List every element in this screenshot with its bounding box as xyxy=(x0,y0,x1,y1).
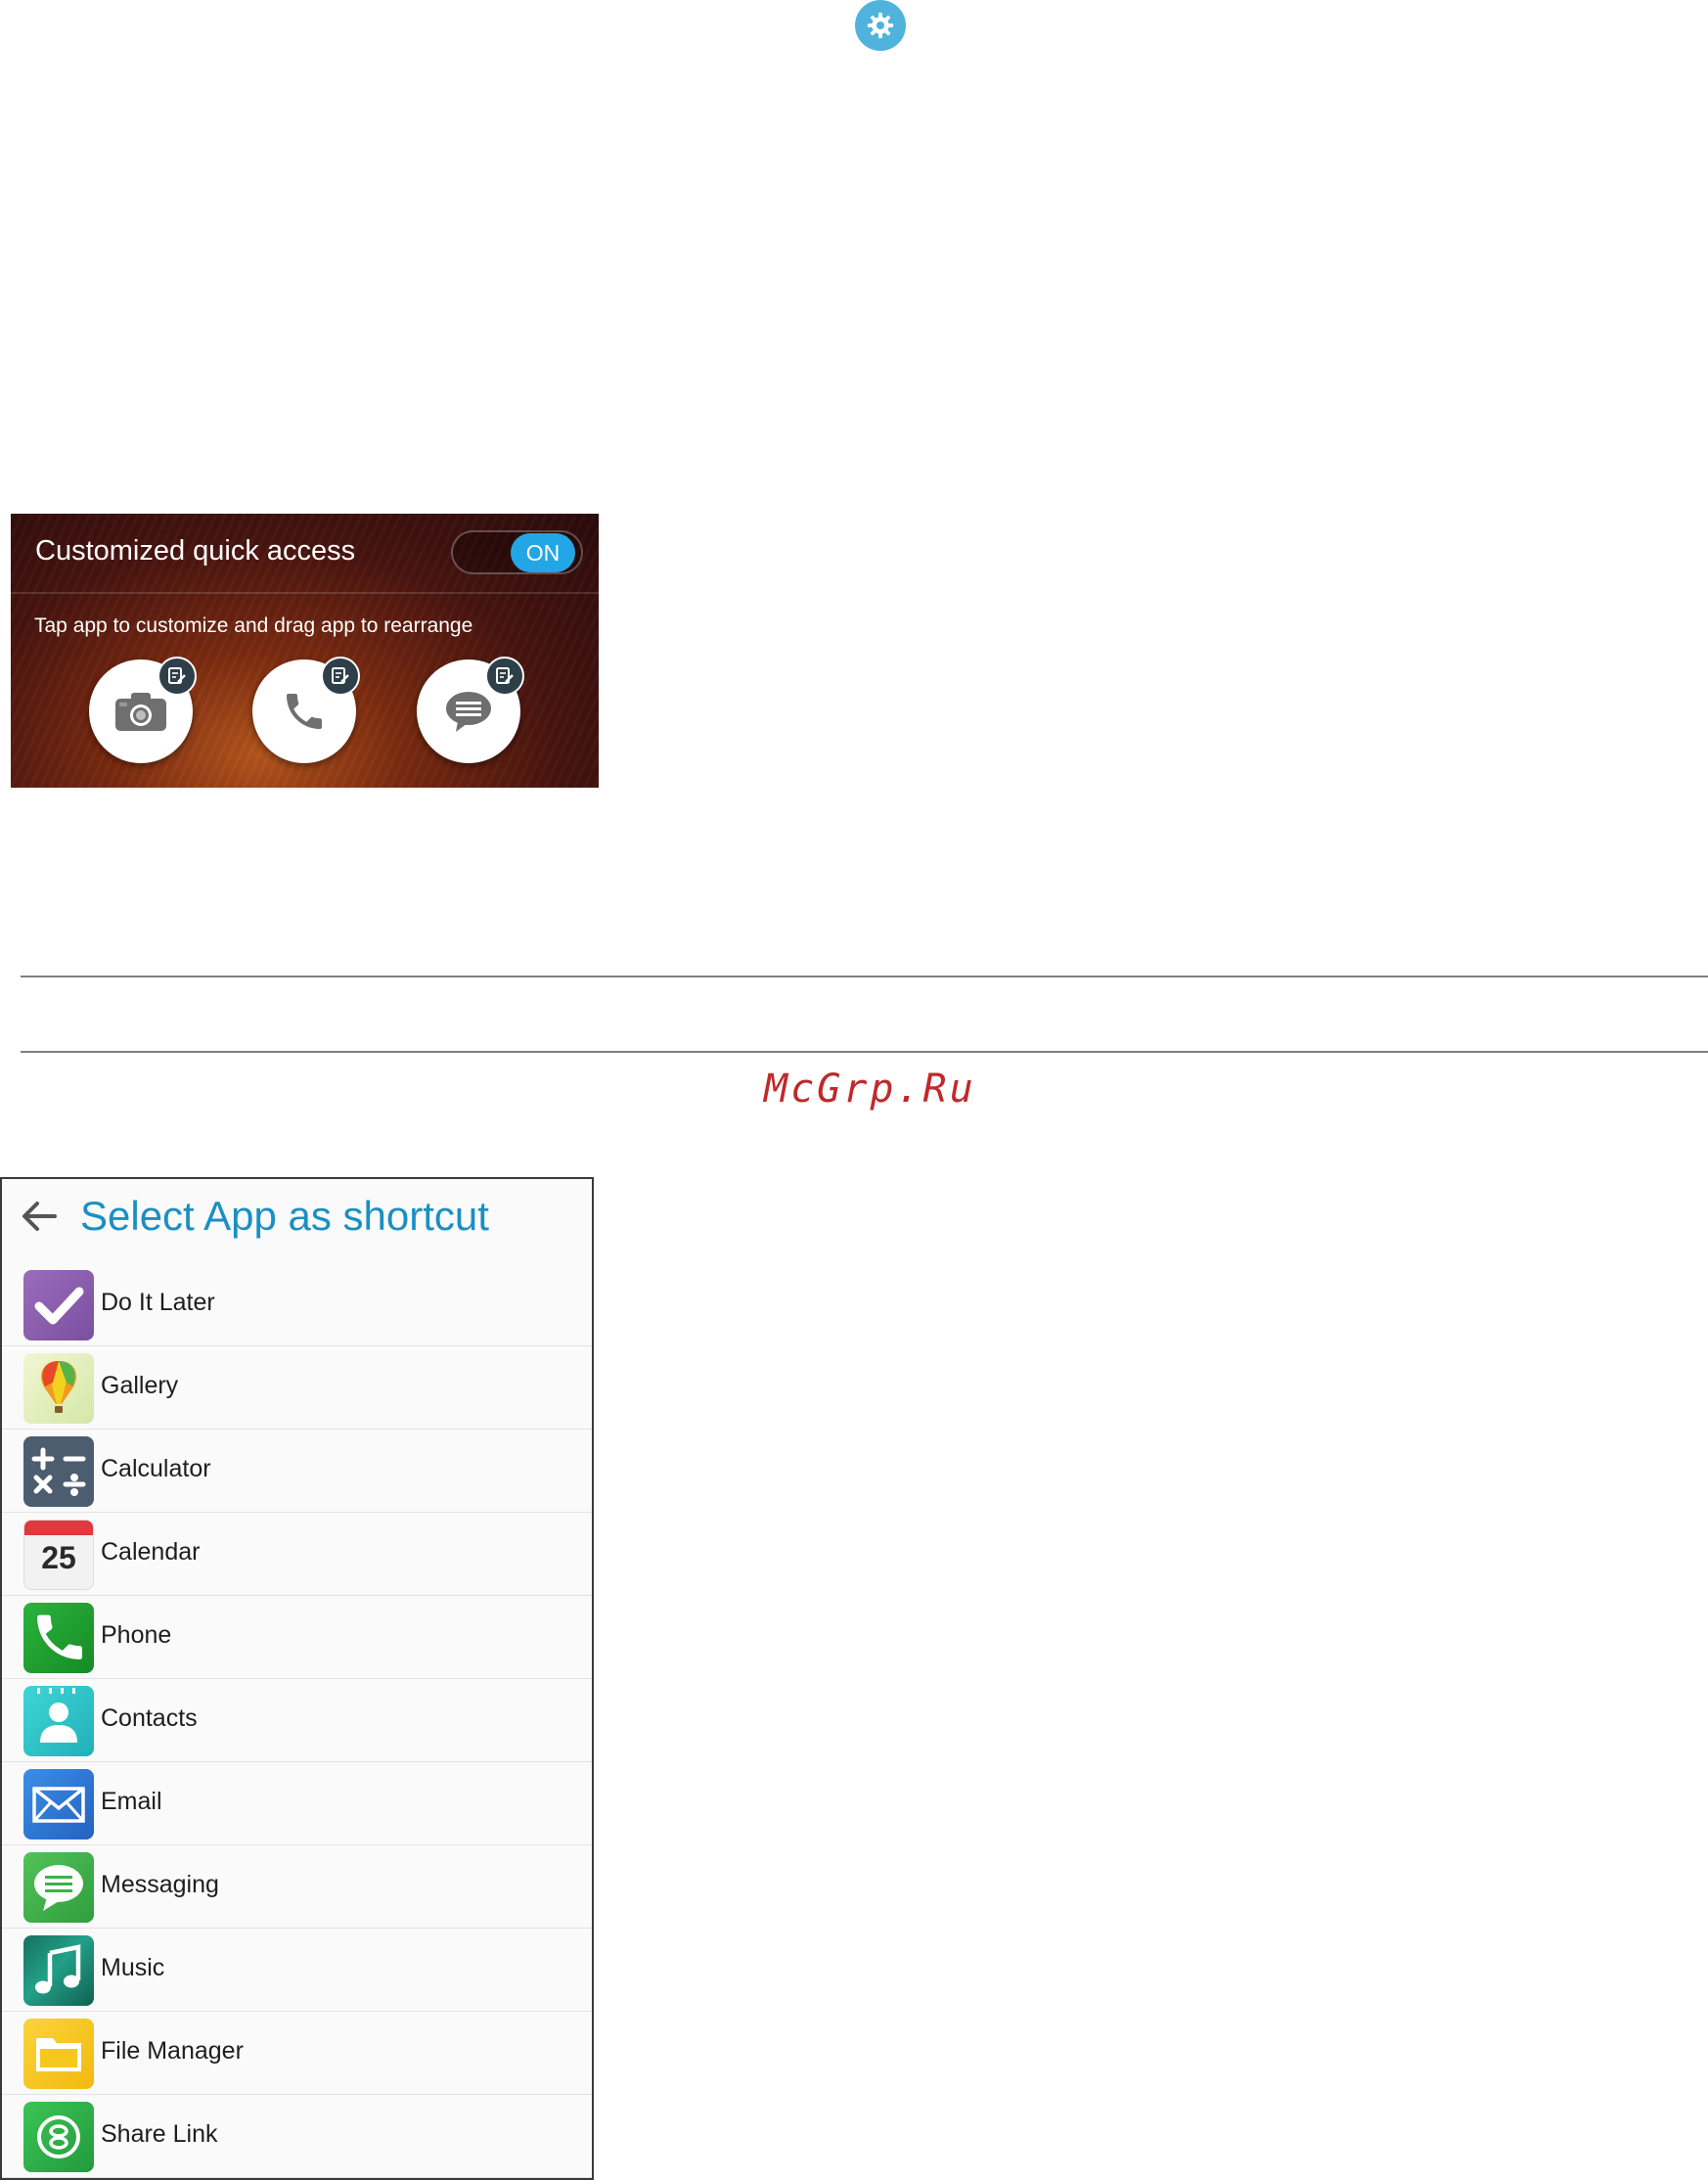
phone-icon xyxy=(23,1603,94,1673)
app-label: Do It Later xyxy=(101,1289,215,1316)
edit-camera-shortcut-icon[interactable] xyxy=(157,657,197,696)
file-manager-icon xyxy=(23,2019,94,2089)
select-app-title: Select App as shortcut xyxy=(80,1193,489,1239)
calendar-day: 25 xyxy=(41,1540,76,1575)
app-label: File Manager xyxy=(101,2037,244,2065)
select-app-panel: Select App as shortcut Do It Later Galle… xyxy=(0,1177,594,2180)
app-row-phone[interactable]: Phone xyxy=(2,1596,592,1679)
app-row-share-link[interactable]: Share Link xyxy=(2,2095,592,2178)
app-row-calendar[interactable]: 25 Calendar xyxy=(2,1513,592,1596)
calendar-icon: 25 xyxy=(23,1520,94,1590)
messaging-icon xyxy=(23,1852,94,1923)
app-row-file-manager[interactable]: File Manager xyxy=(2,2012,592,2095)
app-label: Contacts xyxy=(101,1704,198,1732)
app-label: Music xyxy=(101,1954,165,1981)
quick-access-panel: Customized quick access ON Tap app to cu… xyxy=(11,514,599,788)
bottom-divider-line xyxy=(21,1051,1708,1053)
app-row-gallery[interactable]: Gallery xyxy=(2,1346,592,1430)
music-icon xyxy=(23,1935,94,2006)
quick-access-title: Customized quick access xyxy=(35,535,356,567)
app-label: Share Link xyxy=(101,2120,218,2148)
app-row-messaging[interactable]: Messaging xyxy=(2,1845,592,1929)
app-row-calculator[interactable]: Calculator xyxy=(2,1430,592,1513)
edit-phone-shortcut-icon[interactable] xyxy=(321,657,360,696)
app-row-music[interactable]: Music xyxy=(2,1929,592,2012)
app-label: Gallery xyxy=(101,1372,179,1399)
back-arrow-icon[interactable] xyxy=(20,1197,59,1236)
quick-access-divider xyxy=(11,592,599,594)
do-it-later-icon xyxy=(23,1270,94,1340)
message-icon xyxy=(446,692,491,732)
app-row-do-it-later[interactable]: Do It Later xyxy=(2,1263,592,1346)
quick-access-subtitle: Tap app to customize and drag app to rea… xyxy=(34,614,473,637)
app-label: Calendar xyxy=(101,1538,201,1566)
app-label: Messaging xyxy=(101,1871,219,1898)
watermark: McGrp.Ru xyxy=(764,1067,976,1112)
email-icon xyxy=(23,1769,94,1839)
app-label: Phone xyxy=(101,1621,172,1649)
settings-gear-icon[interactable] xyxy=(855,0,906,51)
app-label: Email xyxy=(101,1788,162,1815)
camera-icon xyxy=(115,693,166,731)
phone-icon xyxy=(287,694,322,729)
calculator-icon xyxy=(23,1436,94,1507)
gallery-icon xyxy=(23,1353,94,1424)
contacts-icon xyxy=(23,1686,94,1756)
app-label: Calculator xyxy=(101,1455,211,1482)
top-divider-line xyxy=(21,976,1708,977)
share-link-icon xyxy=(23,2102,94,2172)
quick-access-toggle-knob[interactable]: ON xyxy=(511,533,575,572)
edit-message-shortcut-icon[interactable] xyxy=(485,657,524,696)
app-row-email[interactable]: Email xyxy=(2,1762,592,1845)
app-row-contacts[interactable]: Contacts xyxy=(2,1679,592,1762)
